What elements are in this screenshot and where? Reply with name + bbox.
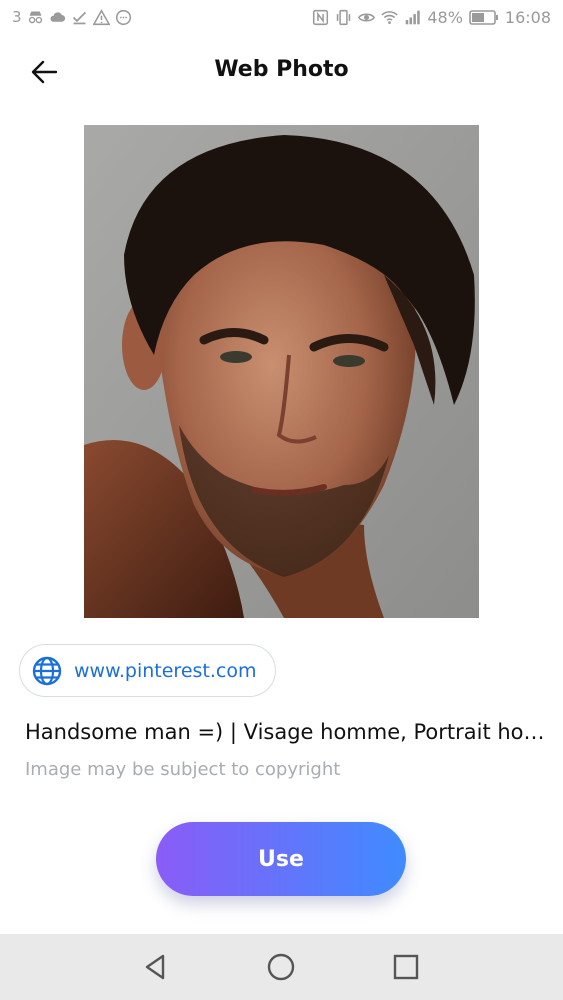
cloud-icon: [49, 9, 66, 26]
eye-icon: [358, 9, 376, 26]
recents-square-icon: [393, 954, 419, 980]
status-left: 3: [12, 8, 132, 26]
notification-count: 3: [12, 8, 22, 26]
nav-recents-button[interactable]: [389, 950, 423, 984]
page-title: Web Photo: [214, 57, 349, 82]
warning-icon: [92, 8, 110, 26]
nav-back-button[interactable]: [139, 950, 173, 984]
vibrate-icon: [335, 9, 352, 26]
use-button[interactable]: Use: [156, 822, 406, 896]
clock: 16:08: [504, 8, 551, 27]
chat-icon: [115, 9, 132, 26]
system-nav-bar: [0, 934, 563, 1000]
status-right: 48% 16:08: [312, 8, 551, 27]
image-title: Handsome man =) | Visage homme, Portrait…: [25, 720, 545, 744]
globe-icon: [32, 656, 62, 686]
nfc-icon: [312, 9, 329, 26]
battery-percent: 48%: [427, 8, 463, 27]
nav-home-button[interactable]: [264, 950, 298, 984]
wifi-icon: [381, 9, 399, 26]
incognito-icon: [27, 9, 44, 26]
web-photo[interactable]: [84, 125, 479, 618]
home-circle-icon: [267, 953, 295, 981]
signal-icon: [404, 9, 421, 26]
copyright-notice: Image may be subject to copyright: [25, 759, 341, 780]
portrait-photo: [84, 125, 479, 618]
source-url: www.pinterest.com: [74, 659, 257, 682]
battery-icon: [469, 9, 499, 26]
header: Web Photo: [0, 40, 563, 106]
status-bar: 3 48% 16:08: [0, 0, 563, 38]
check-icon: [71, 9, 88, 26]
back-triangle-icon: [145, 954, 165, 980]
source-link-chip[interactable]: www.pinterest.com: [19, 644, 276, 697]
